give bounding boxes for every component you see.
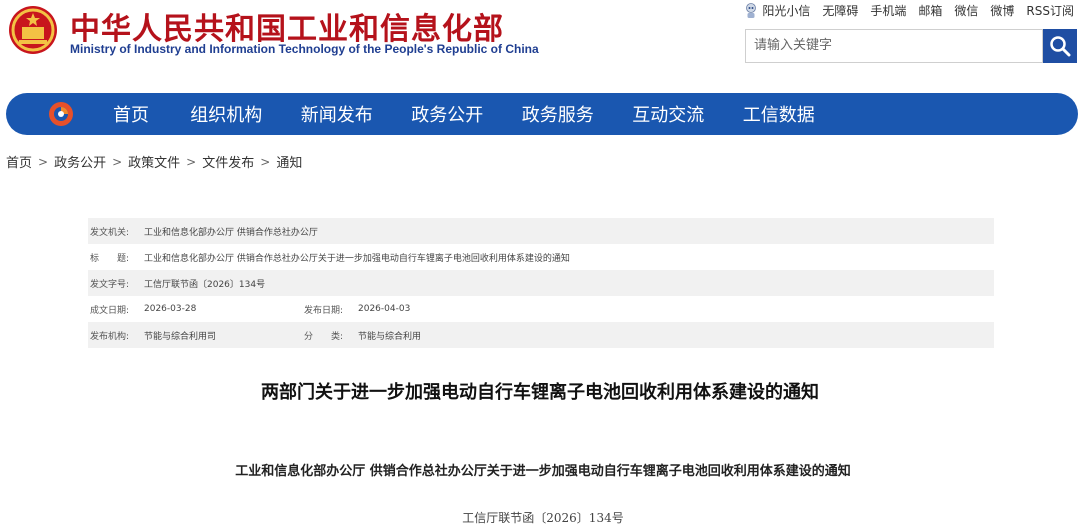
issuer-label: 发文机关: — [90, 227, 130, 238]
org-value: 节能与综合利用司 — [144, 331, 217, 342]
category-label: 分 类: — [304, 331, 344, 342]
robot-icon — [746, 2, 757, 18]
breadcrumb-government-affairs[interactable]: 政务公开 — [54, 152, 106, 171]
breadcrumb-notice[interactable]: 通知 — [276, 152, 302, 171]
breadcrumb-policy-documents[interactable]: 政策文件 — [128, 152, 180, 171]
created-date-value: 2026-03-28 — [144, 304, 197, 314]
site-title-english: Ministry of Industry and Information Tec… — [70, 42, 539, 56]
docno-value: 工信厅联节函〔2026〕134号 — [144, 279, 266, 290]
search-button[interactable] — [1043, 29, 1077, 63]
toplink-yangguang[interactable]: 阳光小信 — [744, 2, 810, 19]
info-row-issuer: 发文机关: 工业和信息化部办公厅 供销合作总社办公厅 — [88, 218, 994, 244]
breadcrumb-separator: > — [260, 154, 271, 169]
toplink-accessibility[interactable]: 无障碍 — [822, 2, 858, 19]
toplink-email[interactable]: 邮箱 — [918, 2, 942, 19]
title-value: 工业和信息化部办公厅 供销合作总社办公厅关于进一步加强电动自行车锂离子电池回收利… — [144, 253, 570, 264]
info-row-org-category: 发布机构: 节能与综合利用司 分 类: 节能与综合利用 — [88, 322, 994, 348]
info-row-docno: 发文字号: 工信厅联节函〔2026〕134号 — [88, 270, 994, 296]
toplink-wechat[interactable]: 微信 — [954, 2, 978, 19]
article-title: 两部门关于进一步加强电动自行车锂离子电池回收利用体系建设的通知 — [261, 382, 819, 403]
toplink-rss[interactable]: RSS订阅 — [1026, 2, 1074, 19]
published-date-value: 2026-04-03 — [358, 304, 411, 314]
nav-data[interactable]: 工信数据 — [708, 101, 851, 127]
toplink-mobile[interactable]: 手机端 — [870, 2, 906, 19]
toplink-yangguang-label: 阳光小信 — [762, 4, 811, 18]
published-date-label: 发布日期: — [304, 305, 344, 316]
info-row-dates: 成文日期: 2026-03-28 发布日期: 2026-04-03 — [88, 296, 994, 322]
article-document-number: 工信厅联节函〔2026〕134号 — [462, 511, 624, 525]
docno-label: 发文字号: — [90, 279, 130, 290]
top-links: 阳光小信 无障碍 手机端 邮箱 微信 微博 RSS订阅 — [744, 2, 1074, 19]
nav-home[interactable]: 首页 — [113, 101, 149, 127]
info-row-title: 标 题: 工业和信息化部办公厅 供销合作总社办公厅关于进一步加强电动自行车锂离子… — [88, 244, 994, 270]
document-info-table: 发文机关: 工业和信息化部办公厅 供销合作总社办公厅 标 题: 工业和信息化部办… — [88, 218, 994, 348]
search-box — [745, 29, 1043, 63]
main-nav: 首页 组织机构 新闻发布 政务公开 政务服务 互动交流 工信数据 — [6, 93, 1078, 135]
title-label: 标 题: — [90, 253, 130, 264]
category-value: 节能与综合利用 — [358, 331, 422, 342]
org-label: 发布机构: — [90, 331, 130, 342]
toplink-weibo[interactable]: 微博 — [990, 2, 1014, 19]
breadcrumb-separator: > — [38, 154, 49, 169]
breadcrumb-separator: > — [112, 154, 123, 169]
article-subtitle: 工业和信息化部办公厅 供销合作总社办公厅关于进一步加强电动自行车锂离子电池回收利… — [235, 464, 851, 479]
search-icon — [1050, 36, 1071, 57]
national-emblem-logo[interactable] — [8, 5, 58, 55]
created-date-label: 成文日期: — [90, 305, 130, 316]
miit-logo-icon[interactable] — [47, 100, 75, 128]
breadcrumb-home[interactable]: 首页 — [6, 152, 32, 171]
search-input[interactable] — [746, 30, 1032, 60]
issuer-value: 工业和信息化部办公厅 供销合作总社办公厅 — [144, 227, 318, 238]
breadcrumb-separator: > — [186, 154, 197, 169]
breadcrumb: 首页 > 政务公开 > 政策文件 > 文件发布 > 通知 — [6, 152, 302, 172]
breadcrumb-document-release[interactable]: 文件发布 — [202, 152, 254, 171]
